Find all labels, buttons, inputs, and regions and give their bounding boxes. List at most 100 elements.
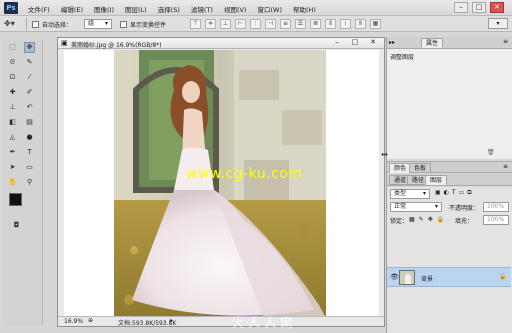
doc-minimize-button[interactable]: –: [330, 38, 344, 48]
layer-row[interactable]: 👁 背景 🔒: [387, 267, 511, 287]
lock-transparency-icon[interactable]: ▦: [409, 216, 415, 223]
auto-select-checkbox[interactable]: [32, 21, 39, 28]
menu-edit[interactable]: 编辑(E): [59, 3, 85, 15]
pen-tool-icon[interactable]: ✒: [7, 147, 18, 158]
type-filter-icon[interactable]: T: [452, 189, 456, 197]
align-right-icon[interactable]: ⊣: [265, 19, 276, 29]
eye-icon[interactable]: 👁: [390, 273, 399, 281]
quick-mask-icon[interactable]: ◘: [11, 220, 22, 231]
lock-pixels-icon[interactable]: ✎: [419, 216, 424, 223]
right-panel-dock: ▸▸ 属性 ≡ 调整图层 🗑 颜色 色板 ≡ 通道 路径 图层 类型 ▾ ▣ ◐ …: [386, 37, 512, 333]
status-icon[interactable]: ⊕: [88, 317, 93, 324]
move-tool-icon[interactable]: ✥: [24, 42, 35, 53]
doc-close-button[interactable]: ✕: [366, 38, 380, 48]
distribute-bottom-icon[interactable]: ≣: [310, 19, 321, 29]
distribute-vcenter-icon[interactable]: ☰: [295, 19, 306, 29]
pixel-filter-icon[interactable]: ▣: [435, 189, 441, 197]
shape-filter-icon[interactable]: ▭: [459, 189, 465, 197]
eyedropper-tool-icon[interactable]: ⁄: [24, 72, 35, 83]
document-icon: ▣: [61, 39, 68, 47]
color-panel-menu-icon[interactable]: ≡: [503, 163, 508, 170]
align-vcenter-icon[interactable]: ≑: [205, 19, 216, 29]
blend-mode-dropdown[interactable]: 正常 ▾: [390, 202, 442, 212]
tab-swatches[interactable]: 色板: [409, 163, 432, 173]
brush-tool-icon[interactable]: ✐: [24, 87, 35, 98]
status-arrow-icon[interactable]: ▸: [170, 317, 173, 324]
eraser-tool-icon[interactable]: ◧: [7, 117, 18, 128]
auto-select-label: 自动选择：: [42, 22, 73, 29]
align-left-icon[interactable]: ⊢: [235, 19, 246, 29]
align-buttons: ⊤ ≑ ⊥ ⊢ ⫶ ⊣ ≡ ☰ ≣ ⦀ ⁞ ⫴ ▦: [190, 19, 381, 29]
lock-all-icon[interactable]: 🔒: [437, 216, 444, 223]
panel-resize-handle-icon[interactable]: ↔: [381, 150, 388, 159]
smart-filter-icon[interactable]: ⧉: [467, 189, 471, 197]
collapse-icon[interactable]: ▸▸: [389, 39, 395, 46]
layer-lock-icon: 🔒: [499, 273, 507, 280]
layer-name: 背景: [421, 276, 434, 283]
menu-image[interactable]: 图像(I): [92, 3, 116, 15]
menu-file[interactable]: 文件(F): [26, 3, 52, 15]
menu-window[interactable]: 窗口(W): [255, 3, 284, 15]
layers-tab-strip: 通道 路径 图层: [387, 174, 512, 186]
align-top-icon[interactable]: ⊤: [190, 19, 201, 29]
auto-align-icon[interactable]: ▦: [370, 19, 381, 29]
trash-icon[interactable]: 🗑: [487, 149, 495, 156]
adjust-filter-icon[interactable]: ◐: [444, 189, 449, 197]
show-transform-checkbox[interactable]: [120, 21, 127, 28]
distribute-top-icon[interactable]: ≡: [280, 19, 291, 29]
layer-kind-filter[interactable]: 类型 ▾: [390, 189, 430, 199]
blur-tool-icon[interactable]: ◬: [7, 132, 18, 143]
align-bottom-icon[interactable]: ⊥: [220, 19, 231, 29]
quick-select-tool-icon[interactable]: ✎: [24, 57, 35, 68]
dodge-tool-icon[interactable]: ●: [24, 132, 35, 143]
marquee-tool-icon[interactable]: ⬚: [7, 42, 18, 53]
chevron-down-icon: ▾: [422, 190, 426, 197]
align-hcenter-icon[interactable]: ⫶: [250, 19, 261, 29]
distribute-hcenter-icon[interactable]: ⁞: [340, 19, 351, 29]
foreground-color-swatch[interactable]: [9, 193, 22, 206]
document-canvas[interactable]: www.cg-ku.com: [64, 50, 379, 318]
move-tool-preset-icon[interactable]: ✥▾: [4, 19, 22, 29]
panel-menu-icon[interactable]: ≡: [503, 38, 508, 45]
path-select-tool-icon[interactable]: ➤: [7, 162, 18, 173]
menu-filter[interactable]: 滤镜(T): [189, 3, 215, 15]
menu-layer[interactable]: 图层(L): [123, 3, 149, 15]
tab-layers[interactable]: 图层: [425, 175, 448, 185]
tab-properties[interactable]: 属性: [421, 38, 444, 48]
healing-brush-tool-icon[interactable]: ✚: [7, 87, 18, 98]
doc-maximize-button[interactable]: □: [348, 38, 362, 48]
menu-help[interactable]: 帮助(H): [291, 3, 318, 15]
tab-color[interactable]: 颜色: [389, 163, 412, 173]
type-tool-icon[interactable]: T: [24, 147, 35, 158]
menu-bar: Ps 文件(F) 编辑(E) 图像(I) 图层(L) 选择(S) 滤镜(T) 视…: [0, 0, 512, 16]
menu-select[interactable]: 选择(S): [156, 3, 182, 15]
zoom-tool-icon[interactable]: ⚲: [24, 177, 35, 188]
auto-select-dropdown[interactable]: 组 ▾: [84, 19, 112, 29]
history-brush-tool-icon[interactable]: ↶: [24, 102, 35, 113]
opacity-field[interactable]: 100%: [483, 202, 509, 212]
opacity-label: 不透明度：: [449, 205, 480, 212]
fill-field[interactable]: 100%: [483, 215, 509, 225]
zoom-level[interactable]: 16.9%: [64, 318, 83, 325]
lock-position-icon[interactable]: ✥: [428, 216, 433, 223]
app-maximize-button[interactable]: □: [472, 2, 486, 13]
chevron-down-icon: ▾: [104, 20, 108, 27]
hand-tool-icon[interactable]: ✋: [7, 177, 18, 188]
shape-tool-icon[interactable]: ▭: [24, 162, 35, 173]
crop-tool-icon[interactable]: ⊡: [7, 72, 18, 83]
color-tab-strip: 颜色 色板 ≡: [387, 161, 512, 173]
menu-view[interactable]: 视图(V): [222, 3, 249, 15]
workspace-switcher[interactable]: ▾: [488, 18, 508, 29]
bride-photo-art: [114, 50, 326, 318]
lasso-tool-icon[interactable]: ᘓ: [7, 57, 18, 68]
distribute-right-icon[interactable]: ⫴: [355, 19, 366, 29]
app-close-button[interactable]: ✕: [490, 2, 504, 13]
clone-stamp-tool-icon[interactable]: ⊥: [7, 102, 18, 113]
main-menu: 文件(F) 编辑(E) 图像(I) 图层(L) 选择(S) 滤镜(T) 视图(V…: [26, 3, 318, 15]
app-minimize-button[interactable]: –: [454, 2, 468, 13]
gradient-tool-icon[interactable]: ▤: [24, 117, 35, 128]
document-titlebar[interactable]: ▣ 美丽婚纱.jpg @ 16.9%(RGB/8*) – □ ✕: [58, 38, 384, 49]
chevron-down-icon: ▾: [434, 203, 438, 210]
filter-icons: ▣ ◐ T ▭ ⧉: [435, 189, 472, 197]
distribute-left-icon[interactable]: ⦀: [325, 19, 336, 29]
